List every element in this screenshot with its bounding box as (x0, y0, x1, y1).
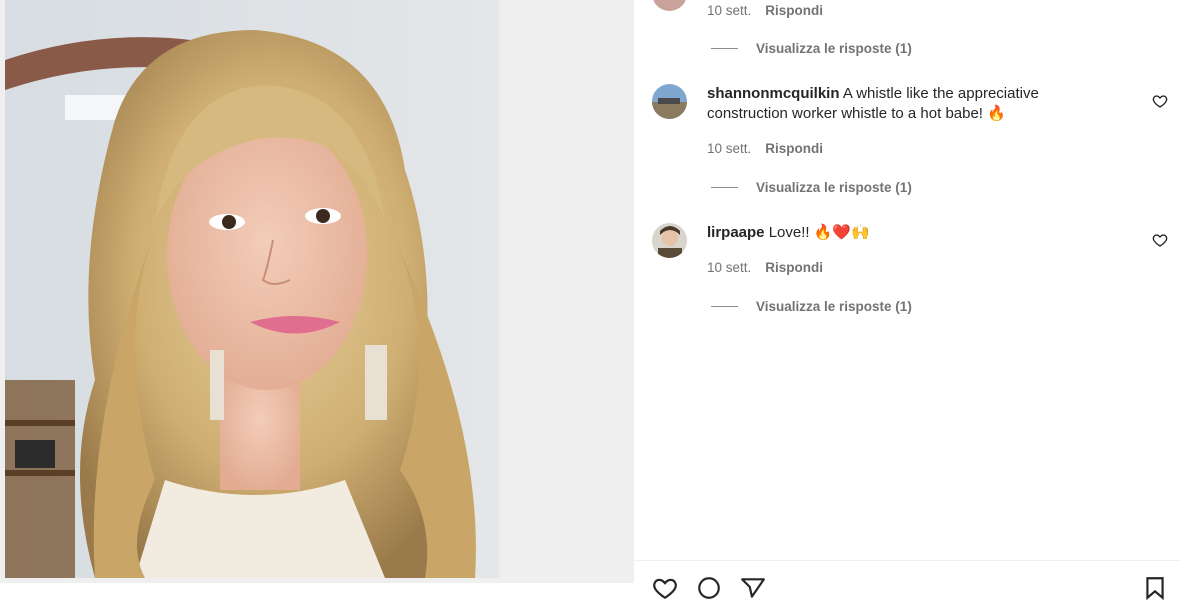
comment-icon[interactable] (696, 575, 722, 601)
replies-divider-line (711, 187, 738, 188)
comment-time: 10 sett. (707, 141, 752, 156)
like-comment-heart-icon[interactable] (1152, 232, 1168, 248)
comment-message: Love!! 🔥❤️🙌 (768, 224, 870, 241)
avatar[interactable] (652, 84, 687, 119)
heart-icon[interactable] (652, 575, 678, 601)
reply-button[interactable]: Rispondi (765, 141, 823, 156)
view-replies-button[interactable]: Visualizza le risposte (1) (711, 180, 912, 195)
comment-meta: 10 sett. Rispondi (707, 260, 823, 275)
comment-time: 10 sett. (707, 3, 752, 18)
post-action-bar (634, 560, 1180, 601)
comment-meta: 10 sett. Rispondi (707, 3, 823, 18)
view-replies-button[interactable]: Visualizza le risposte (1) (711, 299, 912, 314)
reply-button[interactable]: Rispondi (765, 3, 823, 18)
reply-button[interactable]: Rispondi (765, 260, 823, 275)
bookmark-icon[interactable] (1142, 575, 1168, 601)
avatar[interactable] (652, 223, 687, 258)
comment-username[interactable]: shannonmcquilkin (707, 85, 840, 102)
comments-panel[interactable]: 10 sett. Rispondi Visualizza le risposte… (634, 0, 1180, 601)
post-photo[interactable] (5, 0, 499, 578)
view-replies-button[interactable]: Visualizza le risposte (1) (711, 41, 912, 56)
view-replies-label: Visualizza le risposte (1) (756, 299, 912, 314)
avatar[interactable] (652, 0, 687, 11)
send-icon[interactable] (740, 575, 766, 601)
like-comment-heart-icon[interactable] (1152, 93, 1168, 109)
selfie-photo-image (5, 0, 499, 578)
view-replies-label: Visualizza le risposte (1) (756, 180, 912, 195)
comment-text: shannonmcquilkin A whistle like the appr… (707, 84, 1097, 124)
comment-meta: 10 sett. Rispondi (707, 141, 823, 156)
comment-text: lirpaape Love!! 🔥❤️🙌 (707, 223, 1097, 243)
comment-username[interactable]: lirpaape (707, 224, 765, 241)
comment-time: 10 sett. (707, 260, 752, 275)
replies-divider-line (711, 48, 738, 49)
replies-divider-line (711, 306, 738, 307)
view-replies-label: Visualizza le risposte (1) (756, 41, 912, 56)
post-media-pane (0, 0, 634, 583)
